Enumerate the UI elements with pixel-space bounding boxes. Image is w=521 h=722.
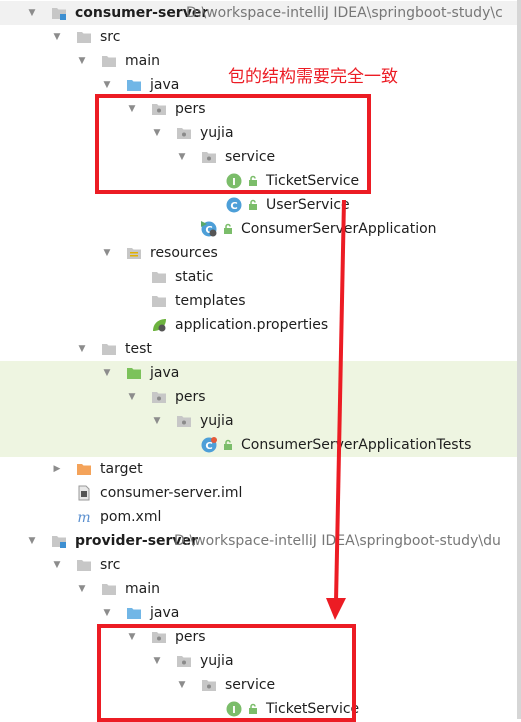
annotation-arrow (326, 199, 346, 620)
